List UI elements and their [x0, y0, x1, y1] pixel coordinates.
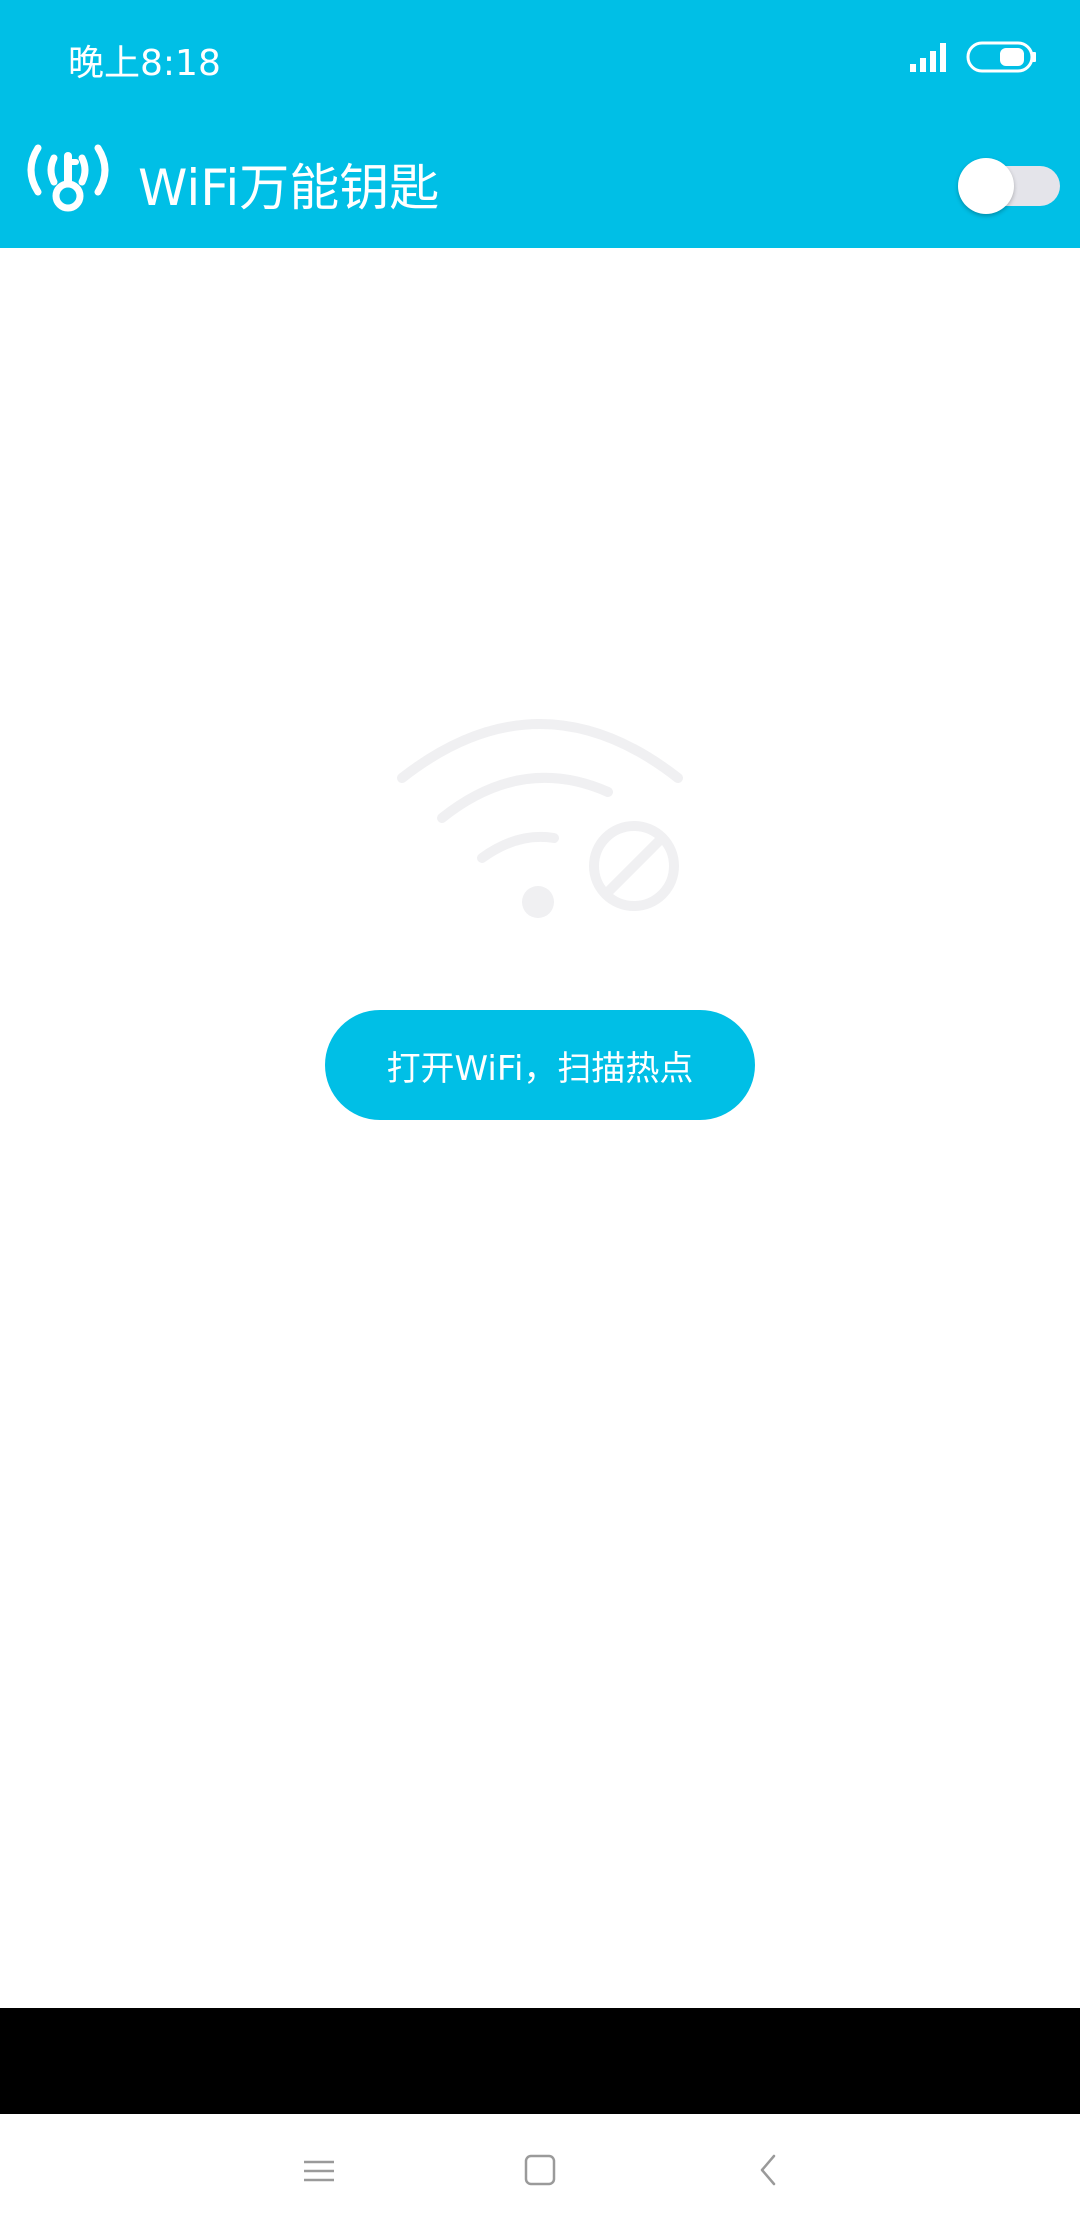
status-time: 晚上8:18: [68, 43, 221, 84]
wifi-key-logo-icon: [27, 144, 109, 212]
wifi-toggle[interactable]: [958, 156, 1062, 214]
nav-bar: [0, 2114, 1080, 2214]
back-icon: [760, 2154, 776, 2186]
black-band: [0, 2008, 1080, 2114]
nav-home-button[interactable]: [510, 2140, 570, 2200]
app-bar: WiFi万能钥匙: [0, 118, 1080, 248]
status-bar: 晚上8:18: [0, 0, 1080, 118]
signal-icon: [910, 43, 946, 72]
app-title: WiFi万能钥匙: [138, 159, 440, 217]
battery-icon: [966, 41, 1036, 73]
screen: 晚上8:18 WiFi万能钥匙 打开WiFi，扫描热点: [0, 0, 1080, 2214]
toggle-knob: [958, 158, 1014, 214]
open-wifi-scan-button[interactable]: 打开WiFi，扫描热点: [325, 1010, 755, 1120]
nav-back-button[interactable]: [738, 2140, 798, 2200]
home-icon: [524, 2154, 556, 2186]
main-content: 打开WiFi，扫描热点: [0, 248, 1080, 2008]
nav-menu-button[interactable]: [288, 2140, 348, 2200]
menu-icon: [304, 2160, 334, 2182]
wifi-disabled-icon: [397, 719, 683, 918]
